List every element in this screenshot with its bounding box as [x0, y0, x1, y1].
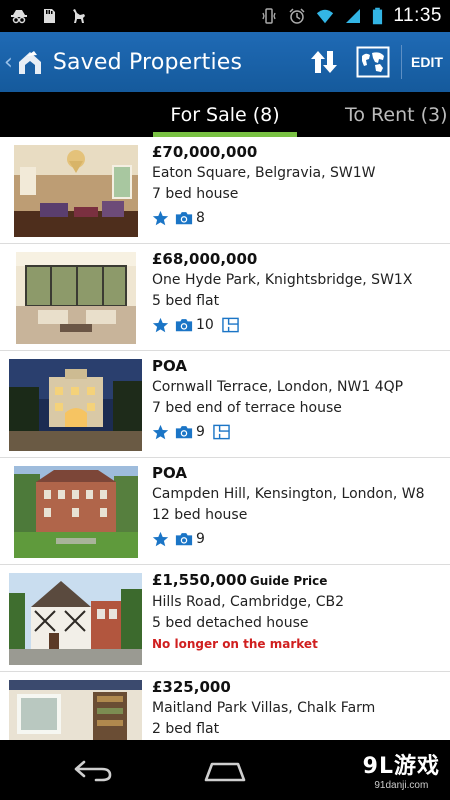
tab-for-sale[interactable]: For Sale (8) [153, 92, 297, 137]
listing-price: £325,000 [152, 678, 231, 696]
price-qualifier: Guide Price [249, 574, 328, 588]
list-item[interactable]: £68,000,000 One Hyde Park, Knightsbridge… [0, 244, 450, 351]
navigation-bar: 9L游戏 91danji.com [0, 740, 450, 800]
vibrate-icon [262, 8, 276, 24]
clock: 11:35 [393, 5, 442, 26]
camera-icon [175, 533, 193, 546]
listing-price: POA [152, 464, 187, 482]
listing-address: Maitland Park Villas, Chalk Farm [152, 700, 376, 716]
action-bar: ‹ Saved Properties EDIT [0, 32, 450, 92]
listing-price: £1,550,000 Guide Price [152, 570, 444, 592]
cat-icon [73, 9, 85, 23]
property-photo [9, 359, 142, 451]
map-button[interactable] [347, 32, 399, 92]
back-icon[interactable] [72, 758, 114, 782]
listing-type: 2 bed flat [152, 721, 220, 737]
star-icon[interactable] [152, 531, 169, 548]
listing-price: £68,000,000 [152, 250, 258, 268]
listing-type: 7 bed end of terrace house [152, 400, 342, 416]
property-photo [9, 680, 142, 740]
property-photo [16, 252, 136, 344]
listing-price: £70,000,000 [152, 143, 258, 161]
listing-type: 7 bed house [152, 186, 239, 202]
star-icon[interactable] [152, 317, 169, 334]
photo-count: 9 [196, 531, 205, 547]
page-title: Saved Properties [52, 49, 243, 75]
property-photo [14, 466, 138, 558]
sd-card-icon [44, 9, 55, 23]
listing-address: Eaton Square, Belgravia, SW1W [152, 165, 376, 181]
listing-type: 5 bed detached house [152, 615, 309, 631]
sort-button[interactable] [301, 32, 347, 92]
listing-address: Cornwall Terrace, London, NW1 4QP [152, 379, 404, 395]
tab-bar: For Sale (8) To Rent (3) [0, 92, 450, 137]
star-icon[interactable] [152, 210, 169, 227]
camera-icon [175, 319, 193, 332]
action-divider [401, 45, 402, 79]
camera-icon [175, 426, 193, 439]
listing-address: Hills Road, Cambridge, CB2 [152, 594, 345, 610]
photo-count: 9 [196, 424, 205, 440]
listing-address: Campden Hill, Kensington, London, W8 [152, 486, 425, 502]
floorplan-icon [222, 317, 239, 333]
listing-price: POA [152, 357, 187, 375]
home-icon[interactable] [202, 758, 248, 782]
list-item[interactable]: £70,000,000 Eaton Square, Belgravia, SW1… [0, 137, 450, 244]
app-logo-icon[interactable] [15, 47, 45, 77]
list-item[interactable]: POA Cornwall Terrace, London, NW1 4QP 7 … [0, 351, 450, 458]
floorplan-icon [213, 424, 230, 440]
list-item[interactable]: £1,550,000 Guide Price Hills Road, Cambri… [0, 565, 450, 672]
listing-address: One Hyde Park, Knightsbridge, SW1X [152, 272, 413, 288]
list-item[interactable]: £325,000 Maitland Park Villas, Chalk Far… [0, 672, 450, 740]
battery-icon [373, 7, 383, 25]
photo-count: 10 [196, 317, 214, 333]
back-chevron-icon[interactable]: ‹ [4, 50, 13, 75]
property-photo [9, 573, 142, 665]
wifi-icon [317, 9, 334, 24]
sort-icon [311, 51, 337, 73]
edit-button[interactable]: EDIT [404, 32, 450, 92]
watermark-url: 91danji.com [374, 780, 429, 791]
tab-to-rent[interactable]: To Rent (3) [345, 92, 450, 137]
map-icon [356, 46, 390, 78]
watermark-logo: 9L游戏 [362, 754, 440, 779]
signal-icon [346, 9, 361, 23]
status-bar: 11:35 [0, 0, 450, 32]
star-icon[interactable] [152, 424, 169, 441]
list-item[interactable]: POA Campden Hill, Kensington, London, W8… [0, 458, 450, 565]
alarm-icon [289, 8, 305, 24]
listing-type: 5 bed flat [152, 293, 220, 309]
listing-type: 12 bed house [152, 507, 248, 523]
watermark: 9L游戏 91danji.com [363, 748, 440, 791]
price-value: £1,550,000 [152, 571, 247, 589]
property-photo [14, 145, 138, 237]
property-list[interactable]: £70,000,000 Eaton Square, Belgravia, SW1… [0, 137, 450, 740]
incognito-icon [11, 10, 27, 24]
photo-count: 8 [196, 210, 205, 226]
listing-status: No longer on the market [152, 637, 318, 651]
camera-icon [175, 212, 193, 225]
